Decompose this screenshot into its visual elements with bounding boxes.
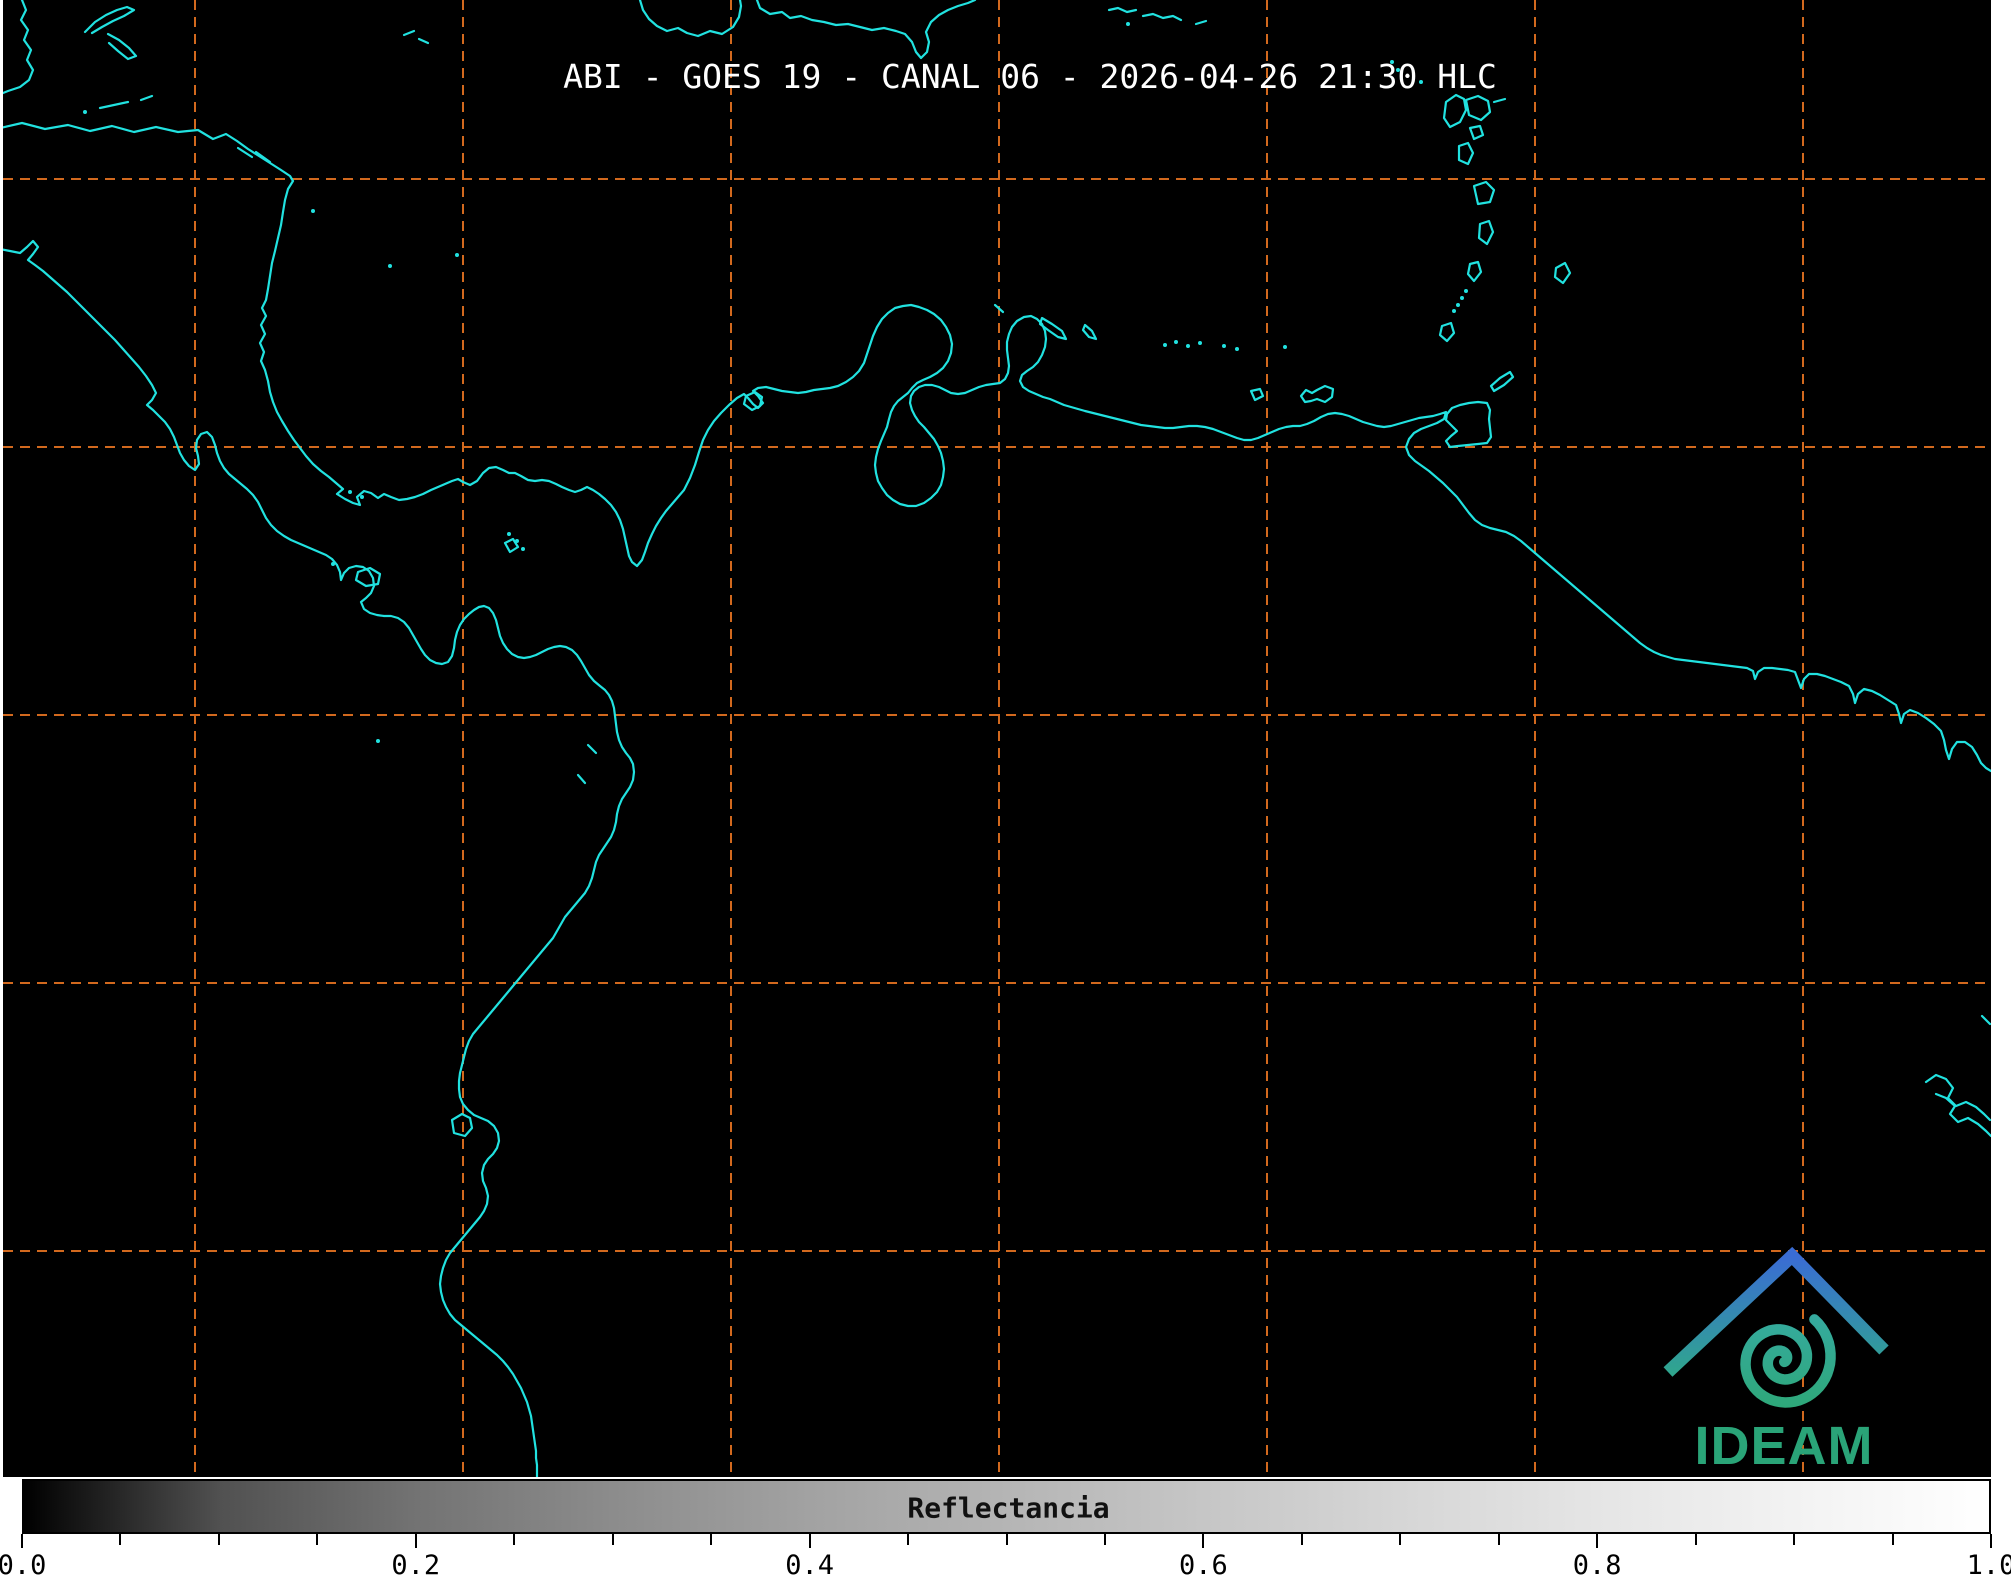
map-svg: IDEAM [3, 0, 1991, 1477]
colorbar-tick [1300, 1534, 1303, 1545]
colorbar-label: Reflectancia [907, 1491, 1110, 1524]
ideam-spiral-icon [1740, 1314, 1836, 1408]
coastline-pacific-colombia-islet-1 [586, 743, 598, 755]
islet-dot [376, 739, 380, 743]
colorbar-tick [217, 1534, 220, 1545]
coastline-trinidad [1444, 400, 1493, 449]
coastline-cayman-fragment-1 [402, 29, 416, 37]
coastline-puerto-rico-fragment-2 [1141, 12, 1183, 22]
coastline-pacific-colombia-islet-2 [576, 773, 587, 785]
coastline-santa-marta-lagoon [742, 390, 764, 412]
coastline-martinique [1472, 180, 1496, 206]
colorbar-tick-label: 0.8 [1572, 1550, 1622, 1577]
islet-dot [1452, 309, 1456, 313]
coastline-guadeloupe-west [1442, 93, 1468, 129]
islet-dot [1464, 289, 1468, 293]
colorbar-tick-label: 0.2 [391, 1550, 441, 1577]
colorbar-tick [316, 1534, 319, 1545]
coastline-dominica [1457, 141, 1475, 166]
coastline-pacific-mainland-coast [3, 239, 636, 1477]
colorbar-tick [414, 1534, 417, 1548]
colorbar-tick [710, 1534, 713, 1545]
islet-dot [1283, 345, 1287, 349]
coastline-st-lucia [1477, 219, 1495, 246]
colorbar-tick-label: 0.6 [1179, 1550, 1228, 1577]
coastline-margarita [1299, 384, 1335, 404]
islet-dot [388, 264, 392, 268]
colorbar-tick [1399, 1534, 1402, 1545]
colorbar-tick [611, 1534, 614, 1545]
coastline-desirade [1492, 97, 1507, 104]
islet-dot [331, 562, 335, 566]
coastline-marie-galante [1468, 124, 1485, 141]
ideam-logo-text: IDEAM [1695, 1416, 1874, 1476]
coastline-cayman-fragment-2 [417, 37, 430, 45]
colorbar-tick-label: 1.0 [1966, 1550, 2011, 1577]
islet-dot [1198, 341, 1202, 345]
islet-dot [83, 110, 87, 114]
islet-dot [507, 532, 511, 536]
coastline-cuba-southwest-fragment-1 [83, 5, 136, 35]
coastline-grenada [1438, 321, 1456, 343]
satellite-map-canvas: IDEAM ABI - GOES 19 - CANAL 06 - 2026-04… [3, 0, 1991, 1477]
islet-dot [1126, 22, 1130, 26]
coastline-layer [3, 0, 1991, 1477]
coastline-la-tortuga [1249, 387, 1265, 402]
islet-dot [1174, 340, 1178, 344]
colorbar-tick [907, 1534, 910, 1545]
coastline-barbados [1553, 261, 1572, 285]
islet-dot [311, 209, 315, 213]
coastline-hispaniola-south-coast [755, 0, 977, 60]
coastline-guadeloupe-east [1464, 94, 1492, 122]
colorbar-tick-label: 0.4 [785, 1550, 834, 1577]
coastline-tobago [1489, 370, 1515, 393]
colorbar-tick [21, 1534, 23, 1548]
islet-dot [455, 253, 459, 257]
colorbar-tick [808, 1534, 811, 1548]
coastline-puerto-rico-fragment-1 [1107, 6, 1138, 14]
colorbar-tick [1202, 1534, 1205, 1548]
islet-dot [1456, 303, 1460, 307]
grid-layer [3, 0, 1991, 1477]
coastline-belize-yucatan-coast [3, 0, 35, 95]
islet-dot [360, 495, 364, 499]
coastline-bonaire [1081, 323, 1098, 341]
coastline-bay-islands-roatan [98, 100, 130, 110]
islet-dot [1186, 344, 1190, 348]
colorbar-tick [119, 1534, 122, 1545]
colorbar-tick [1005, 1534, 1008, 1545]
colorbar-tick [513, 1534, 516, 1545]
coastline-amazon-mouth-dash [1980, 1014, 1991, 1026]
coastline-jamaica-south-coast [638, 0, 743, 38]
coastline-amazon-mouth-coast-1 [1924, 1073, 1991, 1122]
colorbar-tick [1793, 1534, 1796, 1545]
map-title: ABI - GOES 19 - CANAL 06 - 2026-04-26 21… [563, 57, 1497, 96]
islet-dot [1222, 344, 1226, 348]
colorbar: Reflectancia [22, 1479, 1991, 1534]
islet-dot [521, 547, 525, 551]
colorbar-tick [1694, 1534, 1697, 1545]
colorbar-tick [1103, 1534, 1106, 1545]
colorbar-tick [1497, 1534, 1500, 1545]
colorbar-tick [1596, 1534, 1599, 1548]
satellite-image-figure: IDEAM ABI - GOES 19 - CANAL 06 - 2026-04… [0, 0, 2011, 1577]
coastline-miskito-cay-2 [254, 150, 272, 164]
islet-dot [515, 539, 519, 543]
coastline-st-vincent [1466, 260, 1483, 283]
coastline-cuba-southwest-fragment-2 [106, 32, 138, 61]
islet-dot [1235, 347, 1239, 351]
coastline-vieques-fragment [1194, 19, 1208, 26]
colorbar-tick-label: 0.0 [0, 1550, 47, 1577]
coastline-amazon-mouth-coast-2 [1934, 1092, 1991, 1138]
ideam-logo: IDEAM [1663, 1246, 1889, 1476]
islet-dot [1460, 296, 1464, 300]
colorbar-tick [1891, 1534, 1894, 1545]
islet-dot [1163, 343, 1167, 347]
coastline-bay-islands-guanaja [139, 94, 154, 102]
colorbar-tick [1990, 1534, 1992, 1548]
islet-dot [348, 490, 352, 494]
